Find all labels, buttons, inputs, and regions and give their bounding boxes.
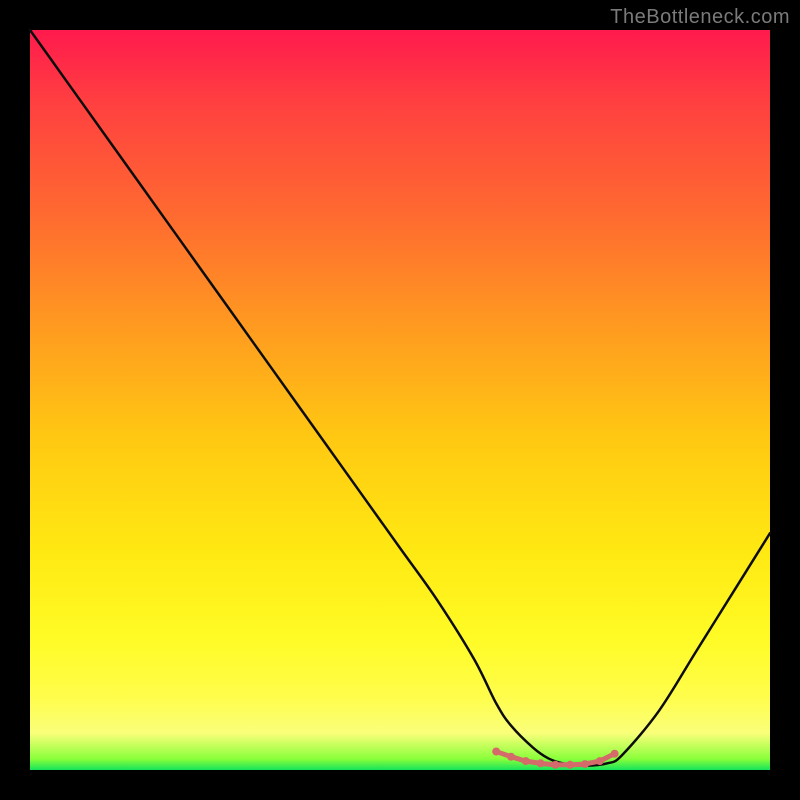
valley-dot [596, 757, 604, 765]
valley-dot [611, 750, 619, 758]
valley-dot [522, 757, 530, 765]
valley-dot [507, 753, 515, 761]
valley-dot [551, 761, 559, 769]
curve-layer [30, 30, 770, 770]
valley-dot [492, 748, 500, 756]
valley-dot [566, 761, 574, 769]
valley-dot [537, 759, 545, 767]
valley-dot [581, 760, 589, 768]
watermark-text: TheBottleneck.com [610, 6, 790, 29]
chart-canvas: TheBottleneck.com [0, 0, 800, 800]
bottleneck-curve [30, 30, 770, 766]
valley-dash [602, 755, 612, 760]
